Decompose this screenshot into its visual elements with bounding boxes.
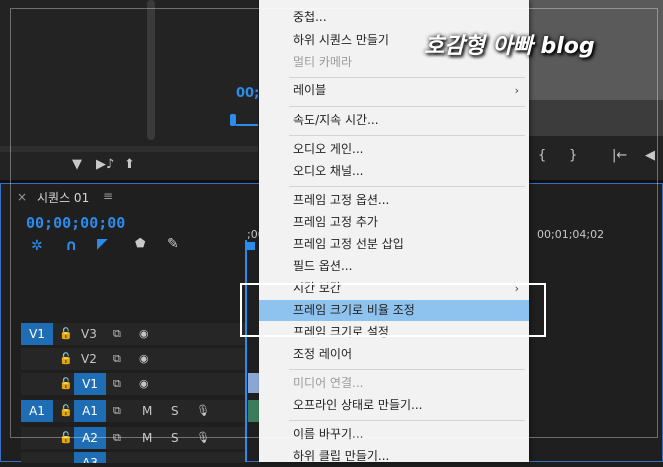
track-row: A3 bbox=[21, 452, 246, 463]
decorative-frame bbox=[10, 8, 658, 438]
menu-item-make-subclip[interactable]: 하위 클립 만들기... bbox=[259, 446, 529, 467]
track-target-a3[interactable]: A3 bbox=[74, 452, 106, 463]
watermark: 호감형 아빠 blog bbox=[424, 34, 595, 59]
